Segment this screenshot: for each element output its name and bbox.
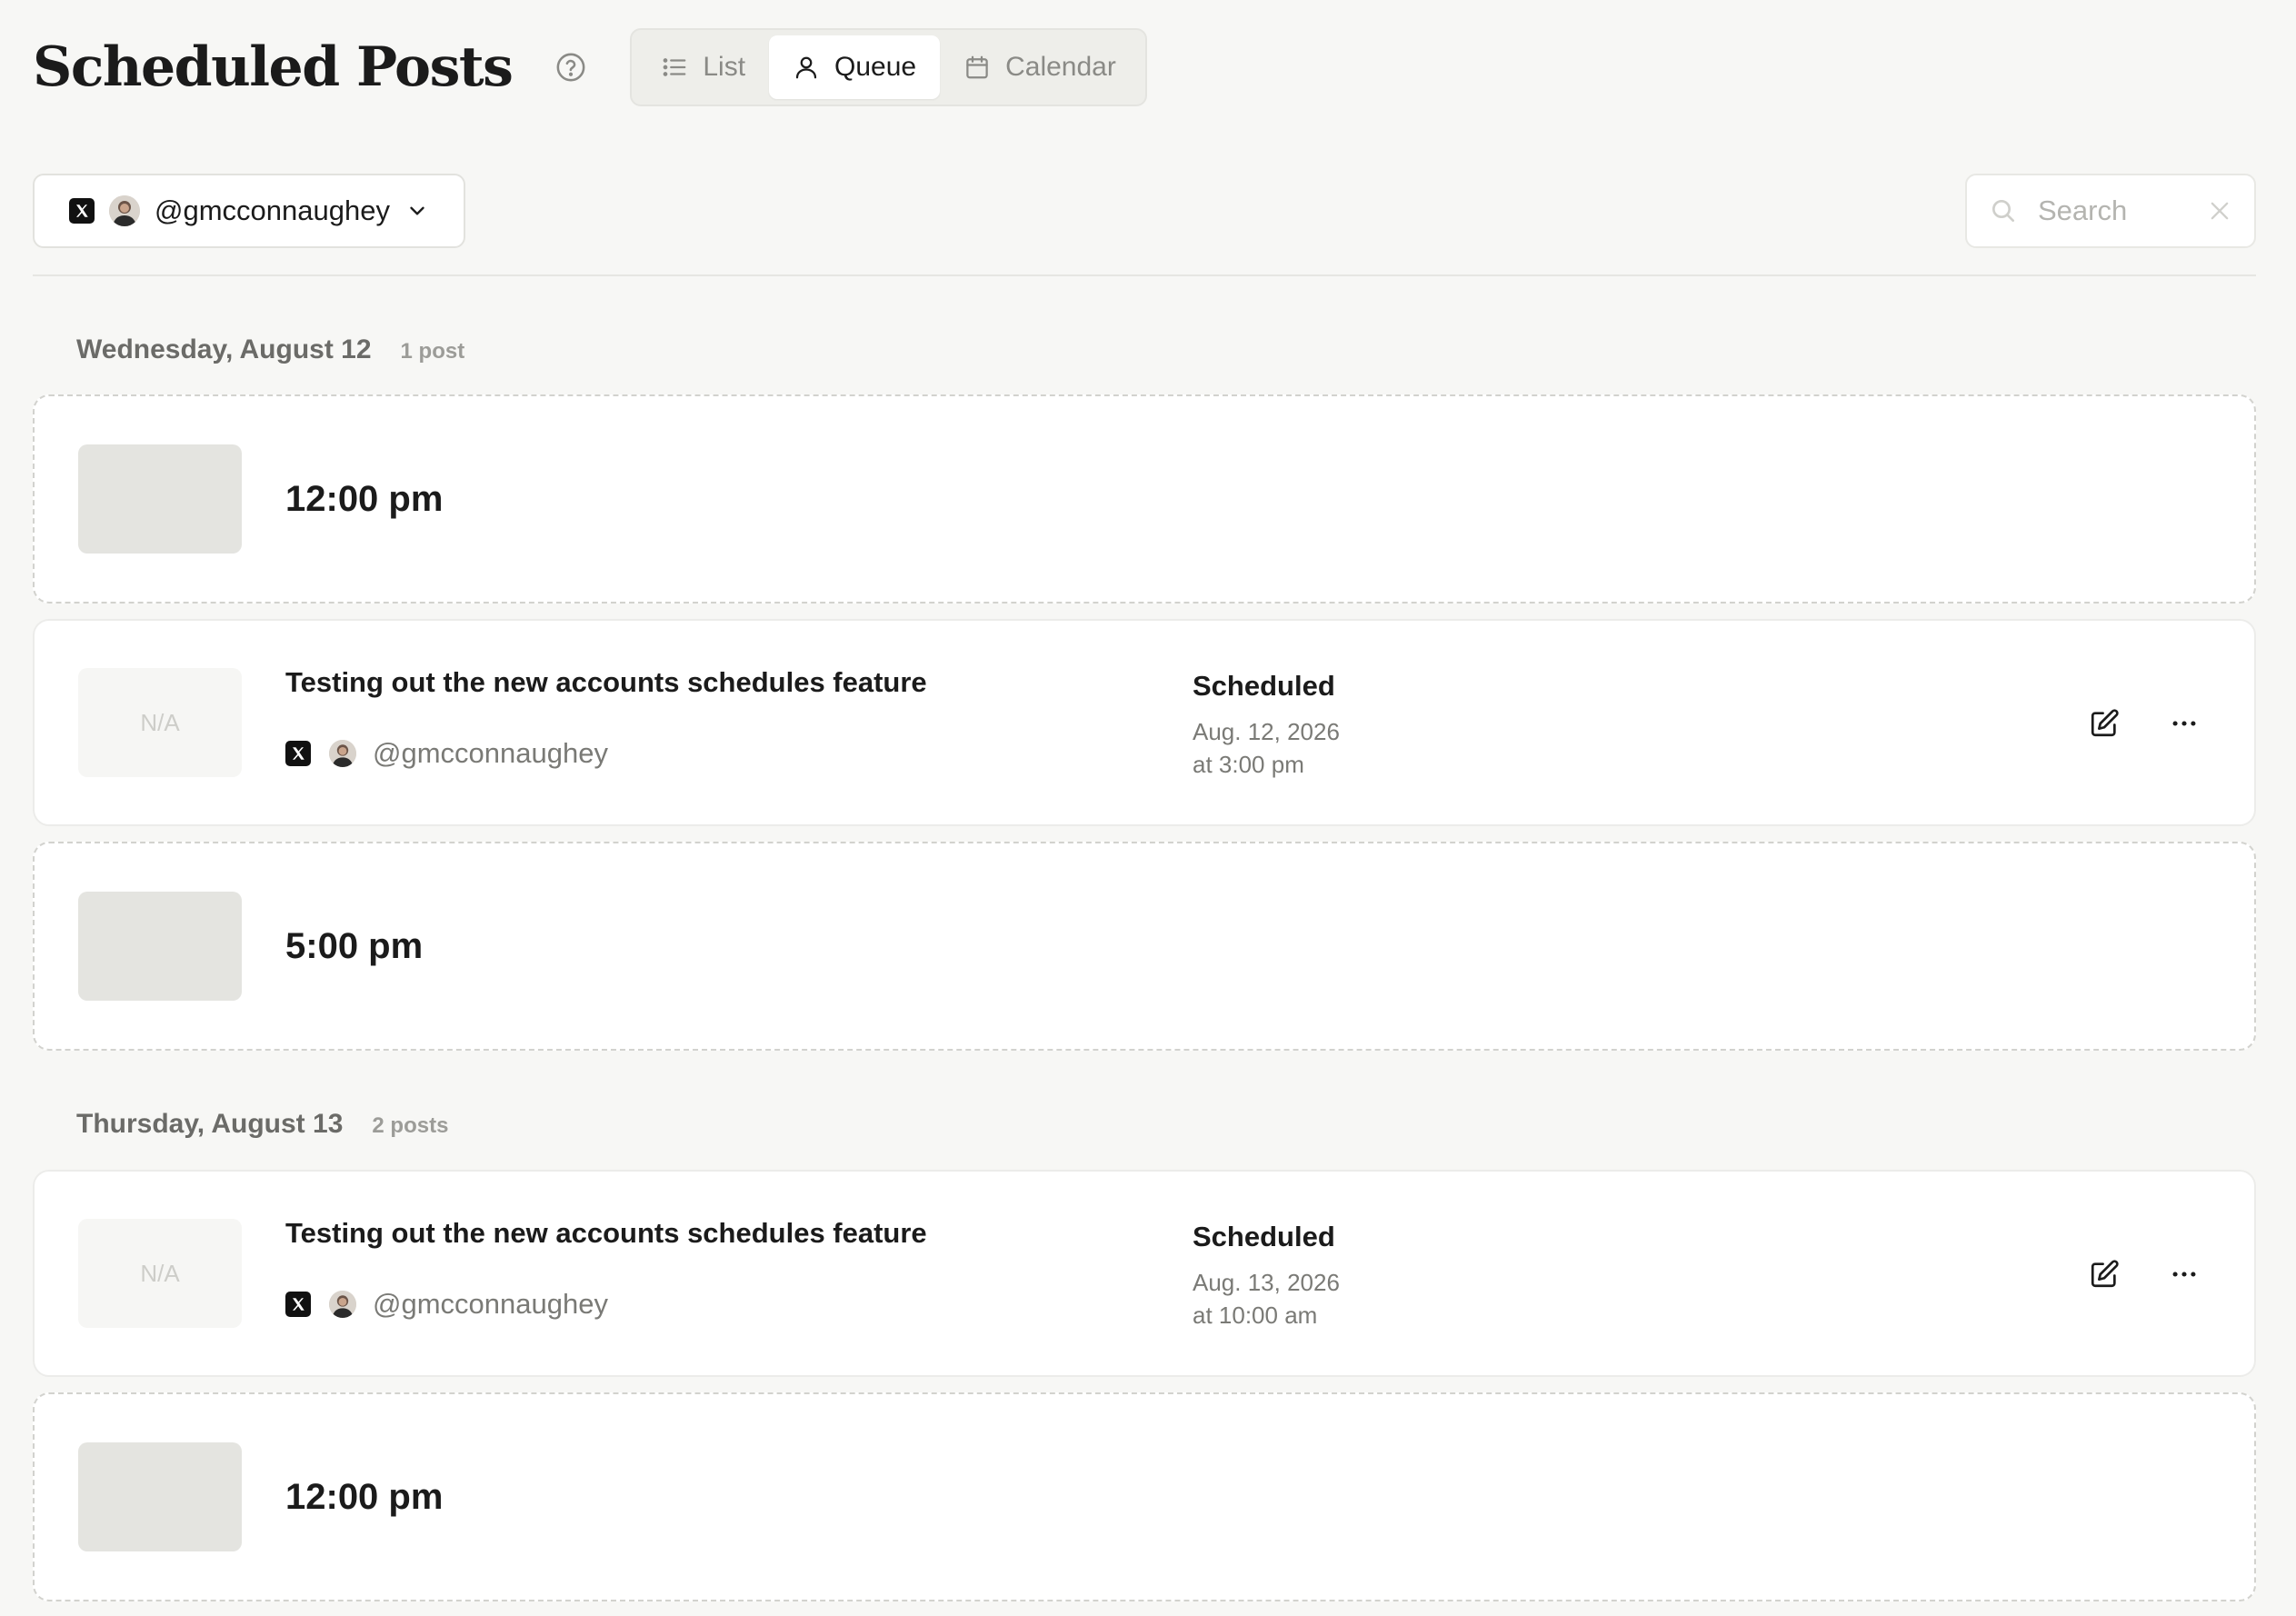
search-icon: [1992, 200, 2014, 222]
scheduled-time: at 10:00 am: [1193, 1302, 1318, 1329]
status-date: Aug. 12, 2026 at 3:00 pm: [1193, 715, 1340, 781]
post-actions: [2078, 1248, 2211, 1301]
avatar: [109, 195, 140, 226]
slot-time: 12:00 pm: [285, 1476, 444, 1517]
help-circle-icon[interactable]: [555, 52, 586, 83]
avatar: [329, 740, 356, 767]
page-title: Scheduled Posts: [33, 35, 514, 99]
status-label: Scheduled: [1193, 1221, 1335, 1252]
tab-calendar-label: Calendar: [1005, 52, 1116, 82]
person-icon: [795, 56, 817, 79]
account-handle: @gmcconnaughey: [155, 195, 390, 226]
slot-thumbnail-placeholder: [78, 892, 242, 1001]
search-box: [1965, 174, 2256, 248]
empty-time-slot[interactable]: 5:00 pm: [33, 842, 2256, 1051]
day-title: Wednesday, August 12: [76, 334, 372, 364]
chevron-down-icon: [410, 206, 424, 215]
more-options-button[interactable]: [2158, 1248, 2211, 1301]
toolbar-divider: [33, 274, 2256, 276]
day-post-count: 2 posts: [372, 1113, 449, 1138]
x-logo-icon: [285, 1292, 311, 1317]
slot-time: 5:00 pm: [285, 925, 424, 966]
slot-thumbnail-placeholder: [78, 1442, 242, 1551]
page-header: Scheduled Posts List Queue Calendar: [33, 27, 1147, 107]
edit-icon: [2091, 709, 2119, 737]
post-handle: @gmcconnaughey: [373, 1288, 608, 1320]
tab-queue[interactable]: Queue: [769, 35, 941, 99]
tab-calendar[interactable]: Calendar: [940, 35, 1140, 99]
scheduled-date: Aug. 13, 2026: [1193, 1269, 1340, 1296]
avatar: [329, 1291, 356, 1318]
slot-time: 12:00 pm: [285, 478, 444, 519]
empty-time-slot[interactable]: 12:00 pm: [33, 394, 2256, 604]
x-logo-icon: [285, 741, 311, 766]
calendar-icon: [966, 55, 988, 79]
day-header: Thursday, August 13 2 posts: [76, 1109, 448, 1140]
post-thumbnail: N/A: [78, 668, 242, 777]
post-status: Scheduled Aug. 12, 2026 at 3:00 pm: [1193, 670, 1340, 781]
more-options-button[interactable]: [2158, 697, 2211, 750]
edit-icon: [2091, 1260, 2119, 1288]
status-date: Aug. 13, 2026 at 10:00 am: [1193, 1266, 1340, 1332]
tab-queue-label: Queue: [834, 52, 917, 82]
day-post-count: 1 post: [400, 339, 465, 364]
post-text: Testing out the new accounts schedules f…: [285, 666, 927, 698]
tab-list-label: List: [703, 52, 746, 82]
list-icon: [663, 58, 686, 76]
post-actions: [2078, 697, 2211, 750]
post-handle: @gmcconnaughey: [373, 737, 608, 769]
tab-list[interactable]: List: [637, 35, 769, 99]
scheduled-posts-page: Scheduled Posts List Queue Calendar @gmc…: [0, 0, 2296, 1616]
close-icon[interactable]: [2207, 198, 2232, 224]
day-header: Wednesday, August 12 1 post: [76, 334, 464, 365]
post-account: @gmcconnaughey: [285, 1288, 608, 1321]
view-switcher: List Queue Calendar: [630, 28, 1147, 106]
day-title: Thursday, August 13: [76, 1109, 344, 1139]
search-input[interactable]: [2038, 195, 2192, 227]
scheduled-post-card[interactable]: N/A Testing out the new accounts schedul…: [33, 619, 2256, 826]
post-status: Scheduled Aug. 13, 2026 at 10:00 am: [1193, 1221, 1340, 1332]
more-horizontal-icon: [2172, 1272, 2196, 1277]
x-logo-icon: [69, 198, 95, 224]
status-label: Scheduled: [1193, 670, 1335, 702]
post-text: Testing out the new accounts schedules f…: [285, 1217, 927, 1249]
more-horizontal-icon: [2172, 721, 2196, 726]
scheduled-time: at 3:00 pm: [1193, 751, 1304, 778]
post-thumbnail: N/A: [78, 1219, 242, 1328]
empty-time-slot[interactable]: 12:00 pm: [33, 1392, 2256, 1601]
post-account: @gmcconnaughey: [285, 737, 608, 770]
scheduled-post-card[interactable]: N/A Testing out the new accounts schedul…: [33, 1170, 2256, 1377]
slot-thumbnail-placeholder: [78, 444, 242, 554]
edit-button[interactable]: [2078, 697, 2131, 750]
account-selector[interactable]: @gmcconnaughey: [33, 174, 465, 248]
edit-button[interactable]: [2078, 1248, 2131, 1301]
scheduled-date: Aug. 12, 2026: [1193, 718, 1340, 745]
